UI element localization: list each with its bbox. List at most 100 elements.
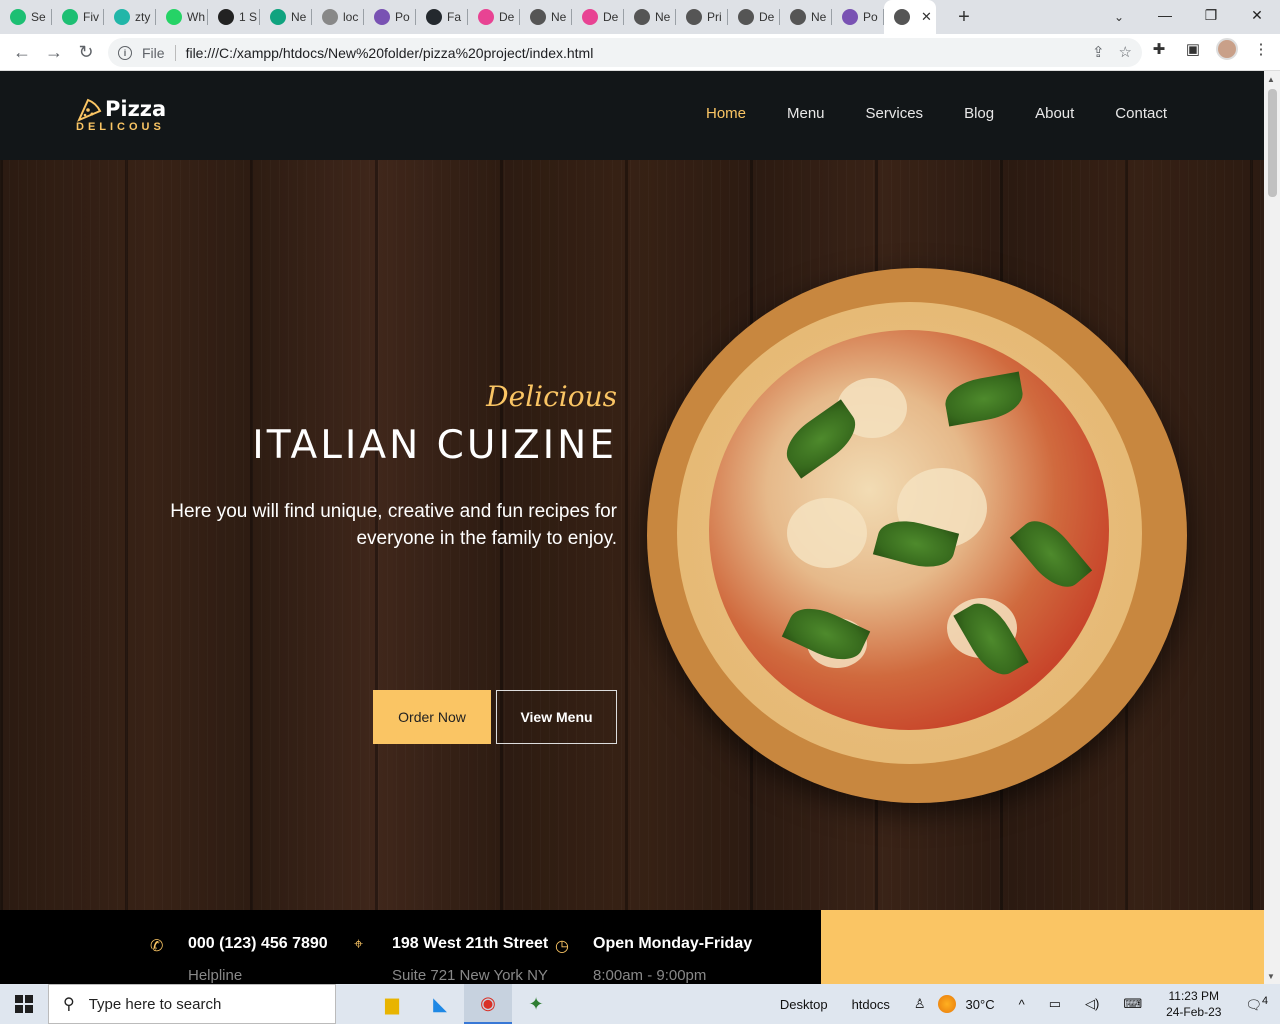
clock-time: 11:23 PM bbox=[1168, 989, 1219, 1003]
browser-tab[interactable]: Fa bbox=[416, 0, 468, 34]
tab-title: De bbox=[759, 10, 775, 24]
browser-tab[interactable]: loc bbox=[312, 0, 364, 34]
menu-kebab-icon[interactable]: ⋮ bbox=[1250, 38, 1272, 60]
new-tab-button[interactable]: + bbox=[946, 6, 982, 29]
xampp-icon[interactable]: ✦ bbox=[512, 984, 560, 1024]
tray-chevron-icon[interactable]: ^ bbox=[1007, 997, 1037, 1012]
start-button[interactable] bbox=[0, 984, 48, 1024]
browser-tab[interactable]: Ne bbox=[520, 0, 572, 34]
site-logo[interactable]: Pizza DELICOUS bbox=[76, 97, 166, 133]
nav-link-blog[interactable]: Blog bbox=[964, 105, 994, 122]
browser-toolbar: ← → ↻ i File file:///C:/xampp/htdocs/New… bbox=[0, 34, 1280, 71]
restore-icon[interactable]: ❐ bbox=[1188, 0, 1234, 30]
temperature[interactable]: 30°C bbox=[966, 997, 1007, 1012]
browser-tab[interactable]: Ne bbox=[780, 0, 832, 34]
scroll-thumb[interactable] bbox=[1268, 89, 1277, 197]
tab-search-icon[interactable]: ⌄ bbox=[1108, 6, 1130, 28]
browser-tab[interactable]: Ne bbox=[260, 0, 312, 34]
close-tab-icon[interactable]: ✕ bbox=[921, 9, 932, 25]
tab-favicon-icon bbox=[374, 9, 390, 25]
browser-tab[interactable]: Po bbox=[364, 0, 416, 34]
browser-tab[interactable]: Wh bbox=[156, 0, 208, 34]
browser-tab[interactable]: 1 S bbox=[208, 0, 260, 34]
address-bar[interactable]: i File file:///C:/xampp/htdocs/New%20fol… bbox=[108, 38, 1142, 67]
nav-link-services[interactable]: Services bbox=[866, 105, 924, 122]
tab-title: Wh bbox=[187, 10, 205, 24]
browser-tab[interactable]: Pri bbox=[676, 0, 728, 34]
browser-tab[interactable]: De bbox=[468, 0, 520, 34]
hero-subtitle: Delicious bbox=[486, 380, 617, 413]
info-icon[interactable]: i bbox=[118, 45, 132, 60]
file-explorer-icon[interactable]: ▆ bbox=[368, 984, 416, 1024]
close-window-icon[interactable]: ✕ bbox=[1234, 0, 1280, 30]
browser-tab[interactable]: De bbox=[572, 0, 624, 34]
tab-title: 1 S bbox=[239, 10, 258, 24]
logo-brand: Pizza bbox=[105, 97, 167, 121]
windows-taskbar: ⚲ Type here to search ▆ ◣ ◉ ✦ Desktop ht… bbox=[0, 984, 1280, 1024]
people-icon[interactable]: ♙ bbox=[902, 996, 938, 1012]
reload-icon[interactable]: ↻ bbox=[70, 36, 102, 68]
view-menu-button[interactable]: View Menu bbox=[496, 690, 617, 744]
tab-favicon-icon bbox=[322, 9, 338, 25]
tab-favicon-icon bbox=[10, 9, 26, 25]
back-icon[interactable]: ← bbox=[6, 36, 38, 68]
minimize-icon[interactable]: — bbox=[1142, 0, 1188, 30]
browser-tab[interactable]: Ne✕ bbox=[884, 0, 936, 34]
browser-tab[interactable]: Ne bbox=[624, 0, 676, 34]
chrome-icon[interactable]: ◉ bbox=[464, 984, 512, 1024]
hours-caption: 8:00am - 9:00pm bbox=[593, 967, 707, 984]
address-line: 198 West 21th Street bbox=[392, 935, 549, 952]
tab-favicon-icon bbox=[842, 9, 858, 25]
browser-tab-strip: Se Fiv zty Wh 1 S Ne loc Po Fa De Ne De Ne Pri De Ne Po N… bbox=[0, 0, 1280, 34]
window-controls: — ❐ ✕ bbox=[1142, 0, 1280, 34]
search-icon: ⚲ bbox=[63, 996, 75, 1013]
tab-favicon-icon bbox=[530, 9, 546, 25]
url-text[interactable]: file:///C:/xampp/htdocs/New%20folder/piz… bbox=[186, 45, 594, 61]
tab-favicon-icon bbox=[582, 9, 598, 25]
nav-link-about[interactable]: About bbox=[1035, 105, 1074, 122]
vscode-icon[interactable]: ◣ bbox=[416, 984, 464, 1024]
tab-title: Ne bbox=[551, 10, 567, 24]
profile-avatar[interactable] bbox=[1216, 38, 1238, 60]
browser-tab[interactable]: Fiv bbox=[52, 0, 104, 34]
share-icon[interactable]: ⇪ bbox=[1092, 43, 1105, 61]
scroll-down-icon[interactable]: ▼ bbox=[1267, 972, 1275, 981]
side-panel-icon[interactable]: ▣ bbox=[1182, 38, 1204, 60]
page-scrollbar[interactable]: ▲ ▼ bbox=[1264, 71, 1280, 985]
notifications-icon[interactable]: 🗨4 bbox=[1233, 995, 1280, 1013]
browser-tab[interactable]: zty bbox=[104, 0, 156, 34]
clock[interactable]: 11:23 PM 24-Feb-23 bbox=[1154, 988, 1233, 1020]
volume-icon[interactable]: ◁) bbox=[1073, 996, 1111, 1012]
nav-link-home[interactable]: Home bbox=[706, 105, 746, 122]
browser-tab[interactable]: Po bbox=[832, 0, 884, 34]
phone-icon: ✆ bbox=[150, 938, 164, 955]
nav-link-menu[interactable]: Menu bbox=[787, 105, 825, 122]
page-viewport: Pizza DELICOUS Home Menu Services Blog About… bbox=[0, 71, 1264, 985]
tab-favicon-icon bbox=[166, 9, 182, 25]
tab-title: Fa bbox=[447, 10, 462, 24]
tab-title: Fiv bbox=[83, 10, 99, 24]
hero-description: Here you will find unique, creative and … bbox=[170, 501, 617, 549]
extensions-icon[interactable]: ✚ bbox=[1148, 38, 1170, 60]
keyboard-icon[interactable]: ⌨ bbox=[1111, 996, 1154, 1012]
windows-logo-icon bbox=[15, 995, 33, 1013]
network-icon[interactable]: ▭ bbox=[1037, 996, 1073, 1012]
tab-favicon-icon bbox=[218, 9, 234, 25]
browser-tab[interactable]: Se bbox=[0, 0, 52, 34]
htdocs-toolbar-label[interactable]: htdocs bbox=[840, 997, 902, 1012]
tab-favicon-icon bbox=[894, 9, 910, 25]
desktop-toolbar-label[interactable]: Desktop bbox=[768, 997, 840, 1012]
tab-title: Po bbox=[395, 10, 410, 24]
order-now-button[interactable]: Order Now bbox=[373, 690, 491, 744]
weather-icon[interactable] bbox=[937, 995, 956, 1013]
taskbar-search[interactable]: ⚲ Type here to search bbox=[48, 984, 336, 1024]
bookmark-star-icon[interactable]: ☆ bbox=[1119, 43, 1132, 61]
nav-link-contact[interactable]: Contact bbox=[1115, 105, 1167, 122]
tab-title: Se bbox=[31, 10, 46, 24]
forward-icon[interactable]: → bbox=[38, 36, 70, 68]
scroll-up-icon[interactable]: ▲ bbox=[1267, 75, 1275, 84]
tab-favicon-icon bbox=[114, 9, 130, 25]
browser-tab[interactable]: De bbox=[728, 0, 780, 34]
info-phone: ✆ 000 (123) 456 7890 Helpline bbox=[150, 935, 328, 984]
info-hours: ◷ Open Monday-Friday 8:00am - 9:00pm bbox=[555, 935, 752, 984]
